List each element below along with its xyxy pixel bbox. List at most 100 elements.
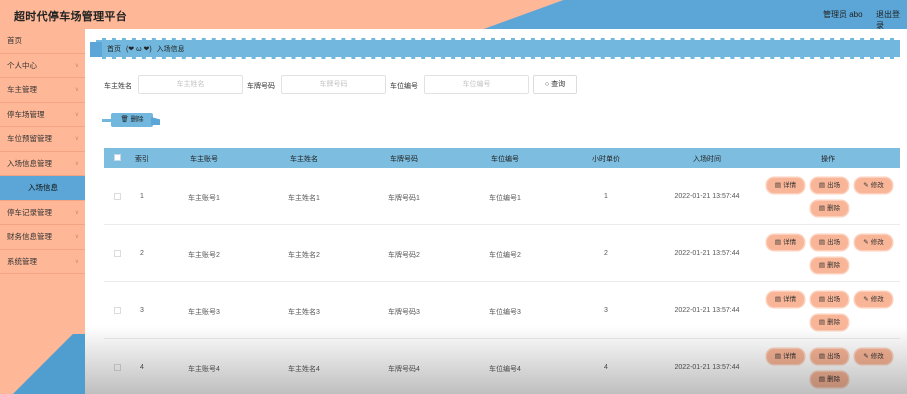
table-cell-name: 车主姓名3 [288, 309, 320, 316]
exit-label: 出场 [827, 353, 841, 360]
detail-button[interactable]: ▤ 详情 [767, 178, 804, 193]
chevron-down-icon: ∨ [74, 87, 79, 93]
edit-button[interactable]: ✎ 修改 [855, 178, 892, 193]
logout-link[interactable]: 退出登录 [876, 9, 907, 29]
detail-button[interactable]: ▤ 详情 [767, 292, 804, 307]
exit-icon: ▤ [818, 182, 826, 189]
row-checkbox[interactable] [114, 307, 121, 314]
table-cell-plate: 车牌号码3 [388, 309, 420, 316]
chevron-down-icon: ∨ [74, 136, 79, 142]
sidebar-item-label: 停车记录管理 [7, 207, 52, 217]
sidebar-item-4[interactable]: 车位预留管理 ∨ [0, 127, 85, 152]
column-header: 车牌号码 [390, 156, 418, 163]
delete-label: 删除 [827, 319, 841, 326]
delete-button[interactable]: ▤ 删除 [811, 201, 848, 216]
sidebar-item-label: 系统管理 [7, 256, 37, 266]
row-checkbox[interactable] [114, 193, 121, 200]
table-cell-account: 车主账号1 [188, 195, 220, 202]
exit-icon: ▤ [818, 239, 826, 246]
search-button[interactable]: ○ 查询 [533, 75, 577, 94]
edit-icon: ✎ [863, 353, 869, 360]
edit-button[interactable]: ✎ 修改 [855, 349, 892, 364]
table-row: 2 车主账号2 车主姓名2 车牌号码2 车位编号2 2 2022-01-21 13:57:4… [104, 225, 900, 282]
spot-input[interactable] [424, 75, 529, 94]
breadcrumb-home[interactable]: 首页 [107, 46, 121, 53]
sidebar-item-label: 入场信息管理 [7, 158, 52, 168]
search-bar: 车主姓名 车牌号码 车位编号 ○ 查询 [104, 75, 904, 95]
sidebar-item-label: 车主管理 [7, 85, 37, 94]
sidebar-item-1[interactable]: 个人中心 ∨ [0, 54, 85, 78]
table-cell-spot: 车位编号4 [489, 366, 521, 373]
delete-label: 删除 [827, 205, 841, 212]
table-cell-account: 车主账号4 [188, 366, 220, 373]
edit-label: 修改 [870, 182, 884, 189]
chevron-down-icon: ∨ [74, 234, 79, 240]
table-cell-spot: 车位编号1 [489, 195, 521, 202]
row-checkbox[interactable] [114, 250, 121, 257]
app-title: 超时代停车场管理平台 [14, 11, 127, 23]
trash-icon: ▤ [818, 262, 826, 269]
search-icon: ○ [544, 81, 550, 88]
sidebar-item-label: 财务信息管理 [7, 232, 52, 241]
detail-label: 详情 [783, 239, 797, 246]
edit-label: 修改 [870, 239, 884, 246]
exit-button[interactable]: ▤ 出场 [811, 349, 848, 364]
edit-button[interactable]: ✎ 修改 [855, 235, 892, 250]
sidebar-item-7[interactable]: 停车记录管理 ∨ [0, 201, 85, 225]
exit-button[interactable]: ▤ 出场 [811, 235, 848, 250]
detail-label: 详情 [783, 353, 797, 360]
edit-button[interactable]: ✎ 修改 [855, 292, 892, 307]
table-body: 1 车主账号1 车主姓名1 车牌号码1 车位编号1 1 2022-01-21 13:57:4… [104, 168, 900, 394]
table-cell-index: 2 [140, 250, 144, 257]
delete-button[interactable]: ▤ 删除 [811, 258, 848, 273]
breadcrumb: 首页 (❤ ω ❤) 入场信息 [90, 38, 900, 59]
sidebar-item-9[interactable]: 系统管理 ∨ [0, 250, 85, 274]
table-cell-name: 车主姓名2 [288, 252, 320, 259]
breadcrumb-flag-decoration [90, 42, 102, 57]
sidebar-item-label: 入场信息 [28, 183, 58, 192]
trash-icon: ▤ [818, 205, 826, 212]
sidebar-item-0[interactable]: 首页 [0, 29, 85, 54]
table-cell-plate: 车牌号码2 [388, 252, 420, 259]
exit-label: 出场 [827, 239, 841, 246]
sidebar-item-6[interactable]: 入场信息 [0, 176, 85, 201]
table-cell-spot: 车位编号3 [489, 309, 521, 316]
chevron-down-icon: ∨ [74, 209, 79, 216]
sidebar-item-5[interactable]: 入场信息管理 ∨ [0, 152, 85, 176]
detail-button[interactable]: ▤ 详情 [767, 349, 804, 364]
exit-button[interactable]: ▤ 出场 [811, 178, 848, 193]
admin-user-label: 管理员 abo [823, 10, 863, 19]
plate-input[interactable] [281, 75, 386, 94]
edit-icon: ✎ [863, 296, 869, 303]
delete-button[interactable]: ▤ 删除 [811, 372, 848, 387]
exit-button[interactable]: ▤ 出场 [811, 292, 848, 307]
detail-button[interactable]: ▤ 详情 [767, 235, 804, 250]
sidebar-item-2[interactable]: 车主管理 ∨ [0, 78, 85, 103]
table-cell-index: 1 [140, 193, 144, 200]
sidebar-item-8[interactable]: 财务信息管理 ∨ [0, 225, 85, 250]
table-cell-time: 2022-01-21 13:57:44 [674, 193, 740, 200]
table-cell-time: 2022-01-21 13:57:44 [674, 364, 740, 371]
batch-delete-label: 删除 [130, 116, 144, 123]
select-all-checkbox[interactable] [114, 154, 121, 161]
column-header: 车主账号 [190, 156, 218, 163]
column-header: 小时单价 [592, 156, 620, 163]
table-cell-price: 2 [604, 250, 608, 257]
row-checkbox[interactable] [114, 364, 121, 371]
spot-label: 车位编号 [390, 83, 418, 90]
table-cell-price: 3 [604, 307, 608, 314]
owner-name-input[interactable] [138, 75, 243, 94]
breadcrumb-current: 入场信息 [156, 46, 185, 53]
table-cell-time: 2022-01-21 13:57:44 [674, 250, 740, 257]
table-cell-name: 车主姓名4 [288, 366, 320, 373]
sidebar-item-3[interactable]: 停车场管理 ∨ [0, 103, 85, 127]
delete-button[interactable]: ▤ 删除 [811, 315, 848, 330]
trash-icon: 🗑 [120, 116, 129, 123]
entry-table: 索引 车主账号 车主姓名 车牌号码 车位编号 小时单价 入场时间 操作 1 车主账号1 车主姓名1… [104, 148, 900, 394]
chevron-down-icon: ∨ [74, 160, 79, 167]
table-cell-price: 1 [604, 193, 608, 200]
edit-icon: ✎ [863, 239, 869, 246]
sidebar: 首页 个人中心 ∨ 车主管理 ∨ 停车场管理 ∨ 车位预留管理 ∨ 入场信息管理 ∨ 入场信息停车记录… [0, 29, 85, 394]
table-cell-price: 4 [604, 364, 608, 371]
batch-delete-button[interactable]: 🗑 删除 [111, 113, 153, 127]
